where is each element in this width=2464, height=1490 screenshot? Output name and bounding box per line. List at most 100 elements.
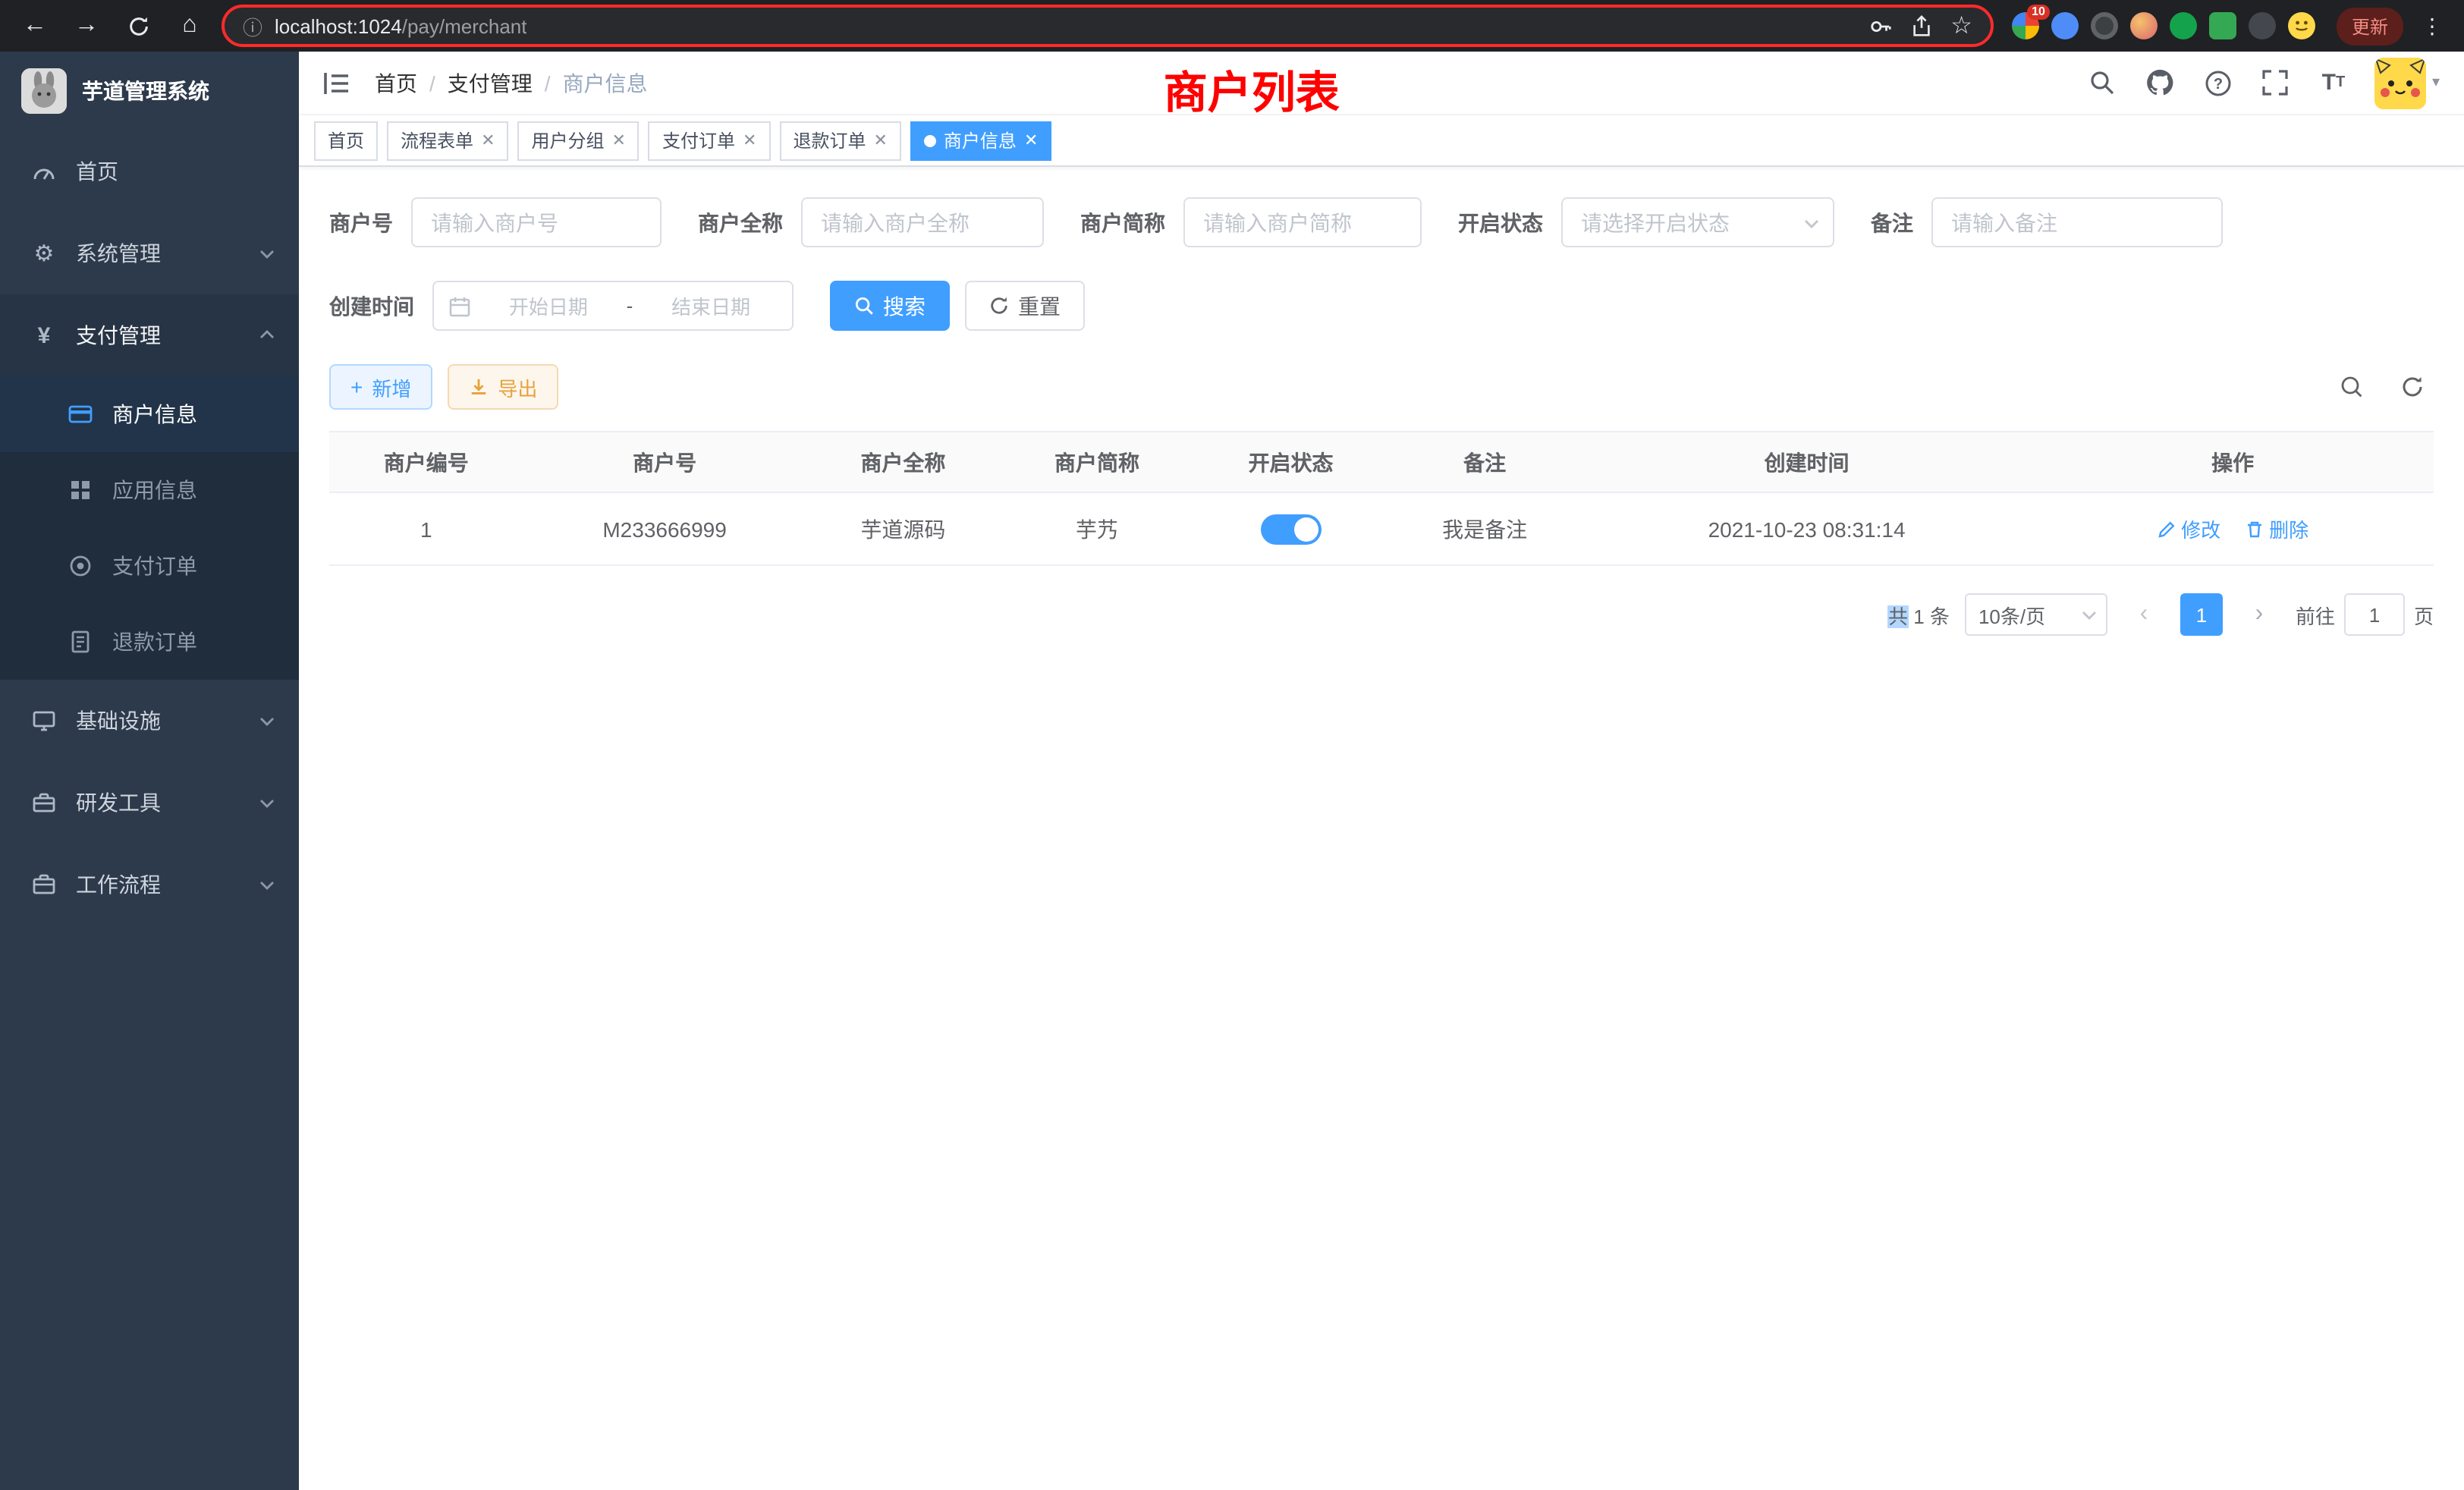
sidebar-logo[interactable]: 芋道管理系统 <box>0 52 299 130</box>
next-page-button[interactable]: › <box>2238 593 2280 636</box>
header-search-button[interactable] <box>2086 66 2120 99</box>
sidebar-item-merchant-info[interactable]: 商户信息 <box>0 376 299 452</box>
close-icon[interactable]: ✕ <box>1024 130 1038 150</box>
short-name-input[interactable] <box>1183 197 1422 247</box>
password-key-icon[interactable] <box>1868 14 1891 37</box>
sidebar-item-label: 商户信息 <box>112 399 197 429</box>
delete-button[interactable]: 删除 <box>2245 514 2308 543</box>
payment-submenu: 商户信息 应用信息 支付订单 <box>0 376 299 680</box>
goto-label: 前往 <box>2296 600 2335 629</box>
smiley-extension-icon[interactable] <box>2288 12 2315 39</box>
avatar <box>2374 57 2426 108</box>
page-1-button[interactable]: 1 <box>2180 593 2223 636</box>
tab-refund-order[interactable]: 退款订单✕ <box>779 121 900 160</box>
sidebar-collapse-button[interactable] <box>323 71 350 95</box>
browser-update-button[interactable]: 更新 <box>2337 7 2403 45</box>
sidebar-item-system[interactable]: ⚙ 系统管理 <box>0 212 299 294</box>
site-info-icon[interactable]: ⓘ <box>243 11 262 40</box>
remark-input[interactable] <box>1931 197 2223 247</box>
tab-process-form[interactable]: 流程表单✕ <box>387 121 508 160</box>
create-time-label: 创建时间 <box>329 291 414 321</box>
sidebar-item-app-info[interactable]: 应用信息 <box>0 452 299 528</box>
filter-row-2: 创建时间 开始日期 - 结束日期 搜索 <box>329 281 2434 331</box>
cell-remark: 我是备注 <box>1388 492 1582 565</box>
sidebar-item-label: 研发工具 <box>76 787 161 818</box>
status-toggle[interactable] <box>1261 514 1322 544</box>
refresh-table-button[interactable] <box>2391 366 2434 408</box>
close-icon[interactable]: ✕ <box>743 130 756 150</box>
tab-home[interactable]: 首页 <box>314 121 378 160</box>
browser-forward-button[interactable]: → <box>67 6 106 46</box>
sidebar-item-label: 退款订单 <box>112 627 197 657</box>
extension-icon[interactable] <box>2091 12 2118 39</box>
navbar: 首页 / 支付管理 / 商户信息 商户列表 ? <box>299 52 2464 115</box>
search-button[interactable]: 搜索 <box>830 281 950 331</box>
tags-bar: 首页 流程表单✕ 用户分组✕ 支付订单✕ 退款订单✕ 商户信息✕ <box>299 115 2464 167</box>
plus-icon: + <box>350 375 363 399</box>
chevron-down-icon <box>259 877 275 892</box>
full-name-label: 商户全称 <box>698 207 783 237</box>
filter-row-1: 商户号 商户全称 商户简称 开启状态 请选择开启状态 <box>329 197 2434 247</box>
date-end-input[interactable]: 结束日期 <box>645 291 777 320</box>
merchant-no-input[interactable] <box>411 197 662 247</box>
user-menu[interactable]: ▾ <box>2374 57 2440 108</box>
close-icon[interactable]: ✕ <box>873 130 887 150</box>
github-icon[interactable] <box>2144 66 2177 99</box>
page-size-select[interactable]: 10条/页 <box>1965 593 2107 636</box>
caret-down-icon: ▾ <box>2432 74 2440 91</box>
extension-icon[interactable] <box>2249 12 2276 39</box>
close-icon[interactable]: ✕ <box>612 130 626 150</box>
sidebar-item-refund-order[interactable]: 退款订单 <box>0 604 299 680</box>
browser-back-button[interactable]: ← <box>15 6 55 46</box>
edit-button[interactable]: 修改 <box>2157 514 2220 543</box>
breadcrumb-payment[interactable]: 支付管理 <box>448 68 533 98</box>
status-select[interactable]: 请选择开启状态 <box>1561 197 1834 247</box>
sidebar-item-label: 工作流程 <box>76 869 161 900</box>
sidebar-item-devtools[interactable]: 研发工具 <box>0 762 299 844</box>
sidebar-item-workflow[interactable]: 工作流程 <box>0 844 299 926</box>
download-icon <box>469 377 489 397</box>
gear-icon: ⚙ <box>30 240 58 267</box>
breadcrumb-home[interactable]: 首页 <box>375 68 417 98</box>
close-icon[interactable]: ✕ <box>481 130 495 150</box>
create-time-range-picker[interactable]: 开始日期 - 结束日期 <box>432 281 794 331</box>
date-start-input[interactable]: 开始日期 <box>482 291 614 320</box>
cell-full-name: 芋道源码 <box>806 492 1001 565</box>
monitor-icon <box>30 709 58 733</box>
toggle-search-button[interactable] <box>2330 366 2373 408</box>
fullscreen-icon[interactable] <box>2259 66 2293 99</box>
extension-icon[interactable] <box>2051 12 2079 39</box>
search-icon <box>2340 375 2364 399</box>
browser-home-button[interactable]: ⌂ <box>170 6 209 46</box>
sidebar-item-pay-order[interactable]: 支付订单 <box>0 528 299 604</box>
sidebar-item-payment[interactable]: ¥ 支付管理 <box>0 294 299 376</box>
prev-page-button[interactable]: ‹ <box>2123 593 2165 636</box>
record-icon <box>67 554 94 578</box>
extension-icon[interactable] <box>2209 12 2236 39</box>
table-row: 1 M233666999 芋道源码 芋艿 我是备注 2021-10-23 08:… <box>329 492 2434 565</box>
bookmark-star-icon[interactable]: ☆ <box>1950 11 1972 41</box>
browser-reload-button[interactable] <box>118 6 158 46</box>
font-size-icon[interactable]: TT <box>2317 66 2350 99</box>
help-icon[interactable]: ? <box>2202 66 2235 99</box>
col-merchant-id: 商户编号 <box>329 432 523 492</box>
sidebar-item-home[interactable]: 首页 <box>0 130 299 212</box>
tab-merchant-info[interactable]: 商户信息✕ <box>910 121 1051 160</box>
reset-button[interactable]: 重置 <box>965 281 1085 331</box>
address-bar[interactable]: ⓘ localhost:1024/pay/merchant ☆ <box>222 5 1994 47</box>
tab-pay-order[interactable]: 支付订单✕ <box>649 121 770 160</box>
add-button[interactable]: + 新增 <box>329 364 432 410</box>
content: 商户号 商户全称 商户简称 开启状态 请选择开启状态 <box>299 167 2464 1490</box>
calendar-icon <box>449 295 470 316</box>
browser-menu-button[interactable]: ⋮ <box>2415 13 2449 39</box>
extension-icon[interactable] <box>2170 12 2197 39</box>
extension-icon[interactable]: 10 <box>2012 12 2039 39</box>
app-title: 芋道管理系统 <box>82 76 209 106</box>
export-button[interactable]: 导出 <box>448 364 558 410</box>
share-icon[interactable] <box>1909 14 1932 37</box>
full-name-input[interactable] <box>801 197 1044 247</box>
goto-page-input[interactable] <box>2344 593 2405 636</box>
sidebar-item-infra[interactable]: 基础设施 <box>0 680 299 762</box>
tab-user-group[interactable]: 用户分组✕ <box>518 121 640 160</box>
extension-icon[interactable] <box>2130 12 2158 39</box>
